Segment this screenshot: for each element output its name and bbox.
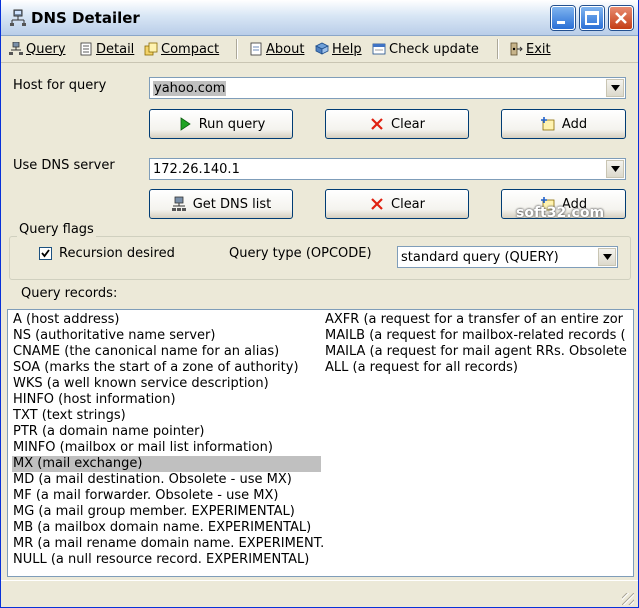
list-item[interactable]: TXT (text strings) [12,408,321,424]
list-item[interactable]: MAILB (a request for mailbox-related rec… [324,328,633,344]
host-add-label: Add [561,116,588,132]
list-item[interactable]: AXFR (a request for a transfer of an ent… [324,312,633,328]
document-icon [80,42,92,56]
clear-x-icon [371,118,383,130]
menu-query-label: Query [26,41,66,57]
exit-icon [510,42,523,56]
list-item[interactable]: MG (a mail group member. EXPERIMENTAL) [12,504,321,520]
dns-label: Use DNS server [13,158,115,173]
list-item[interactable]: WKS (a well known service description) [12,376,321,392]
query-records-label: Query records: [21,286,118,301]
list-item[interactable]: MD (a mail destination. Obsolete - use M… [12,472,321,488]
list-item[interactable]: A (host address) [12,312,321,328]
list-item[interactable]: MB (a mailbox domain name. EXPERIMENTAL) [12,520,321,536]
checkmark-icon [41,249,50,258]
status-bar [1,580,638,607]
maximize-icon [585,11,599,25]
chevron-down-icon [610,166,620,172]
menu-compact[interactable]: Compact [144,40,219,58]
query-type-select[interactable]: standard query (QUERY) [397,246,618,268]
maximize-button[interactable] [580,6,604,30]
title-bar: DNS Detailer [1,0,638,36]
menu-about[interactable]: About [249,40,304,58]
dns-combobox[interactable]: 172.26.140.1 [149,158,626,180]
menu-exit[interactable]: Exit [509,40,551,58]
list-item[interactable]: SOA (marks the start of a zone of author… [12,360,321,376]
update-window-icon [372,43,386,55]
menu-check-update[interactable]: Check update [372,40,479,58]
list-item[interactable]: MF (a mail forwarder. Obsolete - use MX) [12,488,321,504]
host-add-button[interactable]: Add [501,109,626,139]
host-dropdown-button[interactable] [606,79,624,97]
dns-clear-button[interactable]: Clear [325,189,469,219]
menu-help[interactable]: Help [315,40,362,58]
resize-grip[interactable] [622,593,634,605]
add-icon [540,117,555,131]
toolbar-separator [497,39,499,59]
run-query-button[interactable]: Run query [149,109,293,139]
menu-check-update-label: Check update [389,41,479,57]
chevron-down-icon [610,85,620,91]
list-item[interactable]: CNAME (the canonical name for an alias) [12,344,321,360]
watermark: soft32.com [516,205,605,221]
toolbar: Query Detail Compact About Help Check up… [1,36,638,63]
help-book-icon [315,42,329,55]
query-records-list[interactable]: A (host address) NS (authoritative name s… [7,309,634,577]
network-icon [10,9,26,26]
run-query-label: Run query [198,116,266,132]
compact-icon [144,42,158,56]
get-dns-list-button[interactable]: Get DNS list [149,189,293,219]
list-item[interactable]: MR (a mail rename domain name. EXPERIMEN… [12,536,324,552]
menu-query[interactable]: Query [9,40,66,58]
list-item[interactable]: MINFO (mailbox or mail list information) [12,440,321,456]
menu-exit-label: Exit [526,41,551,57]
play-icon [180,117,191,131]
host-value: yahoo.com [153,81,227,96]
query-type-label: Query type (OPCODE) [229,246,372,261]
menu-help-label: Help [332,41,362,57]
records-column-1: A (host address) NS (authoritative name s… [12,312,324,568]
dns-value: 172.26.140.1 [153,162,240,177]
close-icon [615,12,627,24]
list-item[interactable]: PTR (a domain name pointer) [12,424,321,440]
recursion-label: Recursion desired [59,246,175,261]
list-item[interactable]: ALL (a request for all records) [324,360,633,376]
list-item[interactable]: NULL (a null resource record. EXPERIMENT… [12,552,321,568]
window-title: DNS Detailer [31,9,140,27]
app-window: DNS Detailer Query Detail Compact About [0,0,639,608]
query-icon [9,42,23,55]
host-combobox[interactable]: yahoo.com [149,77,626,99]
about-icon [250,42,262,56]
main-panel: Host for query yahoo.com Run query Clear… [5,64,634,577]
recursion-checkbox[interactable] [39,247,52,260]
host-clear-button[interactable]: Clear [325,109,469,139]
query-type-value: standard query (QUERY) [401,250,559,265]
menu-detail-label: Detail [96,41,135,57]
host-clear-label: Clear [391,116,425,132]
menu-about-label: About [266,41,305,57]
list-item[interactable]: HINFO (host information) [12,392,321,408]
close-button[interactable] [609,6,633,30]
menu-detail[interactable]: Detail [79,40,134,58]
server-list-icon [171,196,186,211]
clear-x-icon [371,198,383,210]
query-flags-title: Query flags [17,222,96,237]
dns-dropdown-button[interactable] [606,160,624,178]
list-item[interactable]: MX (mail exchange) [12,456,321,472]
records-column-2: AXFR (a request for a transfer of an ent… [324,312,633,376]
chevron-down-icon [602,254,612,260]
dns-clear-label: Clear [391,196,425,212]
toolbar-separator [236,39,238,59]
list-item[interactable]: NS (authoritative name server) [12,328,321,344]
get-dns-list-label: Get DNS list [192,196,272,212]
query-type-dropdown-button[interactable] [598,248,616,266]
minimize-icon [557,21,565,24]
menu-compact-label: Compact [161,41,220,57]
minimize-button[interactable] [551,6,575,30]
host-label: Host for query [13,78,107,93]
list-item[interactable]: MAILA (a request for mail agent RRs. Obs… [324,344,633,360]
